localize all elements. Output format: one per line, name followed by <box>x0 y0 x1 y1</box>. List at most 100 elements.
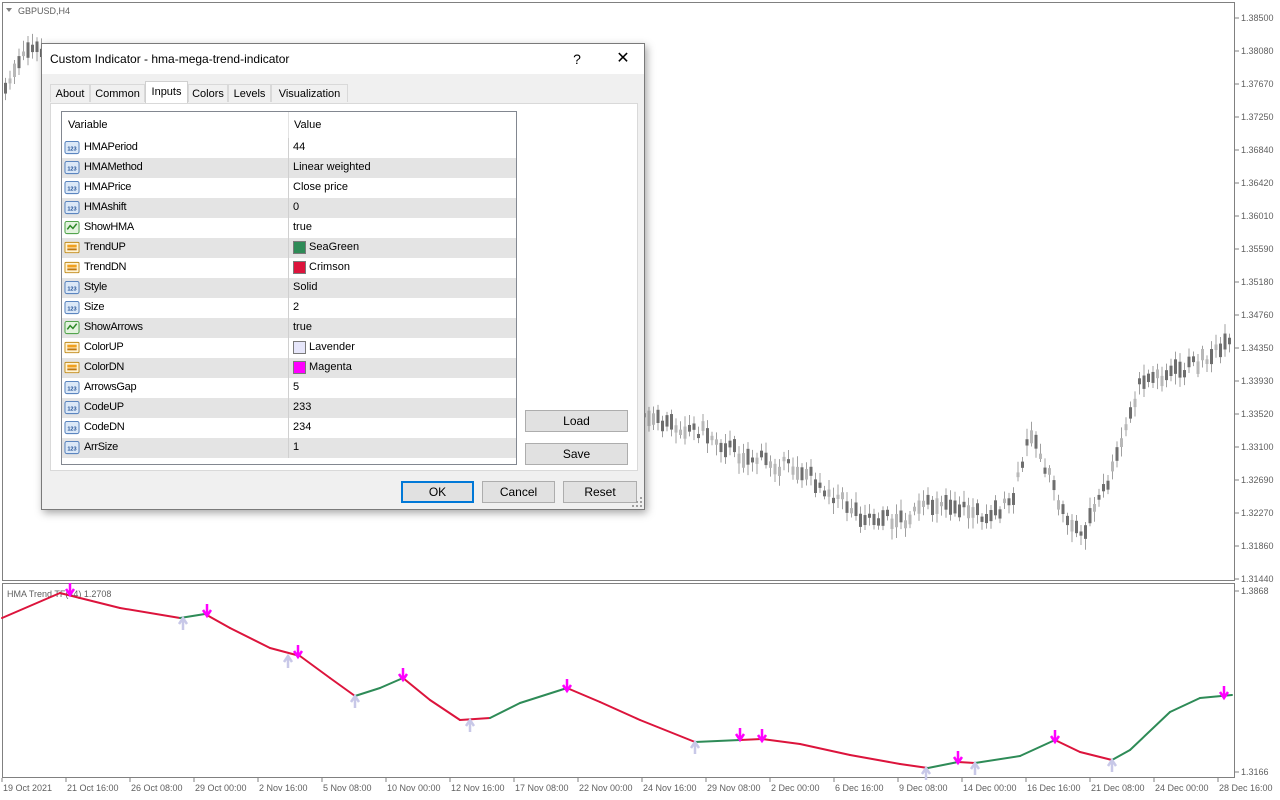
variable-name: HMAMethod <box>84 161 143 173</box>
candle-body <box>814 479 817 493</box>
variable-value[interactable]: 2 <box>293 301 299 313</box>
input-row-hmaperiod[interactable]: 123 HMAPeriod 44 <box>62 138 516 158</box>
price-tick-label: 1.33100 <box>1241 442 1274 452</box>
candle-body <box>737 453 741 464</box>
tab-inputs[interactable]: Inputs <box>145 81 188 103</box>
color-icon <box>64 341 80 354</box>
column-header-variable[interactable]: Variable <box>68 112 108 138</box>
candle-body <box>769 461 772 468</box>
candle-body <box>665 415 669 427</box>
input-row-arrowsgap[interactable]: 123 ArrowsGap 5 <box>62 378 516 398</box>
input-row-trenddn[interactable]: TrendDN Crimson <box>62 258 516 278</box>
ok-button[interactable]: OK <box>401 481 474 503</box>
candle-body <box>656 409 660 424</box>
input-row-hmashift[interactable]: 123 HMAshift 0 <box>62 198 516 218</box>
variable-value[interactable]: true <box>293 221 312 233</box>
hma-trend-line <box>1054 739 1081 753</box>
variable-value[interactable]: 5 <box>293 381 299 393</box>
variable-value[interactable]: Close price <box>293 181 348 193</box>
variable-value[interactable]: 234 <box>293 421 311 433</box>
variable-value[interactable]: Solid <box>293 281 317 293</box>
cell-divider <box>288 398 289 418</box>
candle-body <box>652 413 655 425</box>
candle-body <box>1147 373 1150 383</box>
variable-value[interactable]: Lavender <box>309 341 355 353</box>
variable-value[interactable]: 233 <box>293 401 311 413</box>
price-tick-label: 1.35590 <box>1241 244 1274 254</box>
candle-body <box>719 442 723 453</box>
dialog-titlebar[interactable]: Custom Indicator - hma-mega-trend-indica… <box>42 44 644 74</box>
time-tick-label: 22 Nov 00:00 <box>579 783 633 793</box>
color-swatch[interactable] <box>293 241 306 254</box>
candle-body <box>854 502 858 517</box>
time-tick-label: 14 Dec 00:00 <box>963 783 1017 793</box>
candle-body <box>764 452 768 466</box>
variable-value[interactable]: Crimson <box>309 261 350 273</box>
inputs-grid[interactable]: Variable Value 123 HMAPeriod 44 123 HMAMetho… <box>61 111 517 465</box>
close-button[interactable]: ✕ <box>602 44 644 74</box>
color-swatch[interactable] <box>293 361 306 374</box>
input-row-hmamethod[interactable]: 123 HMAMethod Linear weighted <box>62 158 516 178</box>
variable-value[interactable]: SeaGreen <box>309 241 359 253</box>
input-row-size[interactable]: 123 Size 2 <box>62 298 516 318</box>
variable-value[interactable]: 44 <box>293 141 305 153</box>
candle-body <box>1124 424 1128 431</box>
tab-colors[interactable]: Colors <box>188 84 228 102</box>
candle-body <box>742 453 745 468</box>
color-swatch[interactable] <box>293 261 306 274</box>
cancel-button[interactable]: Cancel <box>482 481 555 503</box>
input-row-showarrows[interactable]: ShowArrows true <box>62 318 516 338</box>
load-button[interactable]: Load <box>525 410 628 432</box>
number-icon: 123 <box>64 400 80 415</box>
variable-value[interactable]: true <box>293 321 312 333</box>
candle-body <box>908 514 912 525</box>
candle-body <box>724 443 727 458</box>
resize-grip-icon[interactable] <box>632 497 642 507</box>
cell-divider <box>288 218 289 238</box>
symbol-menu-icon[interactable] <box>6 8 12 12</box>
input-row-arrsize[interactable]: 123 ArrSize 1 <box>62 438 516 458</box>
hma-trend-line <box>799 743 851 756</box>
number-icon: 123 <box>64 280 80 295</box>
column-header-value[interactable]: Value <box>294 112 321 138</box>
variable-value[interactable]: Linear weighted <box>293 161 371 173</box>
input-row-showhma[interactable]: ShowHMA true <box>62 218 516 238</box>
input-row-style[interactable]: 123 Style Solid <box>62 278 516 298</box>
tab-visualization[interactable]: Visualization <box>271 84 348 102</box>
tab-about[interactable]: About <box>50 84 90 102</box>
variable-value[interactable]: Magenta <box>309 361 352 373</box>
candle-body <box>859 513 862 527</box>
reset-button[interactable]: Reset <box>563 481 637 503</box>
input-row-codeup[interactable]: 123 CodeUP 233 <box>62 398 516 418</box>
candle-body <box>1196 361 1200 374</box>
tab-levels[interactable]: Levels <box>228 84 271 102</box>
svg-text:123: 123 <box>67 186 76 192</box>
color-swatch[interactable] <box>293 341 306 354</box>
input-row-trendup[interactable]: TrendUP SeaGreen <box>62 238 516 258</box>
input-row-colordn[interactable]: ColorDN Magenta <box>62 358 516 378</box>
variable-value[interactable]: 1 <box>293 441 299 453</box>
help-button[interactable]: ? <box>556 44 598 74</box>
svg-text:123: 123 <box>67 206 76 212</box>
hma-trend-line <box>1019 739 1056 757</box>
candle-body <box>1021 461 1024 468</box>
color-icon <box>64 261 80 274</box>
variable-name: ShowHMA <box>84 221 134 233</box>
variable-value[interactable]: 0 <box>293 201 299 213</box>
time-tick-label: 19 Oct 2021 <box>3 783 52 793</box>
hma-trend-line <box>459 717 491 721</box>
candle-body <box>1039 453 1042 459</box>
hma-trend-line <box>599 701 641 721</box>
input-row-codedn[interactable]: 123 CodeDN 234 <box>62 418 516 438</box>
number-icon: 123 <box>64 440 80 455</box>
tab-common[interactable]: Common <box>90 84 145 102</box>
input-row-colorup[interactable]: ColorUP Lavender <box>62 338 516 358</box>
indicator-max-value: 1.3868 <box>1241 586 1269 596</box>
variable-name: HMAPrice <box>84 181 132 193</box>
input-row-hmaprice[interactable]: 123 HMAPrice Close price <box>62 178 516 198</box>
candle-body <box>1138 378 1141 385</box>
candle-body <box>998 509 1002 519</box>
candle-body <box>850 508 853 514</box>
candle-body <box>922 500 925 507</box>
save-button[interactable]: Save <box>525 443 628 465</box>
